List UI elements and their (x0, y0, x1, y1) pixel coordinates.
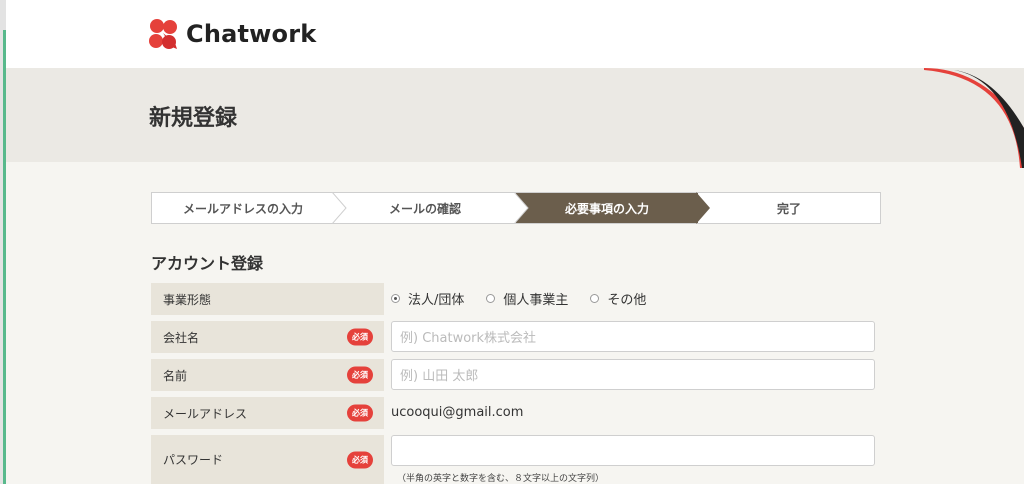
required-badge: 必須 (347, 451, 373, 468)
brand-name: Chatwork (186, 20, 317, 48)
business-type-radio-group: 法人/団体 個人事業主 その他 (391, 283, 668, 314)
radio-sole-proprietor[interactable]: 個人事業主 (486, 289, 568, 308)
name-input[interactable]: 例) 山田 太郎 (391, 359, 875, 390)
business-type-label: 事業形態 (163, 292, 212, 307)
radio-label: 個人事業主 (503, 293, 569, 308)
company-label: 会社名 (163, 330, 200, 345)
required-badge: 必須 (347, 366, 373, 384)
step-separator-icon (696, 192, 710, 224)
step-label: 必要事項の入力 (564, 201, 649, 216)
corner-decoration (924, 68, 1024, 168)
email-value: ucooqui@gmail.com (391, 405, 524, 420)
email-row: メールアドレス 必須 ucooqui@gmail.com (151, 397, 875, 429)
step-complete: 完了 (698, 193, 880, 223)
step-label: 完了 (776, 201, 801, 216)
password-label: パスワード (163, 453, 224, 467)
password-row: パスワード 必須 （半角の英字と数字を含む、８文字以上の文字列） (151, 435, 875, 484)
company-placeholder: 例) Chatwork株式会社 (400, 331, 537, 346)
name-placeholder: 例) 山田 太郎 (400, 369, 479, 384)
radio-unchecked-icon[interactable] (590, 294, 600, 303)
company-label-cell: 会社名 必須 (151, 321, 384, 353)
radio-label: 法人/団体 (408, 293, 465, 308)
radio-corporation[interactable]: 法人/団体 (391, 289, 464, 308)
step-separator-icon (514, 192, 529, 224)
step-label: メールアドレスの入力 (182, 201, 303, 216)
password-input[interactable] (391, 435, 875, 466)
step-email-input: メールアドレスの入力 (152, 192, 347, 224)
step-required-info: 必要事項の入力 (516, 192, 710, 224)
required-badge: 必須 (347, 404, 373, 422)
name-label-cell: 名前 必須 (151, 359, 384, 391)
company-input[interactable]: 例) Chatwork株式会社 (391, 321, 875, 352)
company-row: 会社名 必須 例) Chatwork株式会社 (151, 321, 875, 353)
business-type-label-cell: 事業形態 (151, 283, 384, 315)
radio-unchecked-icon[interactable] (486, 294, 496, 303)
section-title: アカウント登録 (151, 254, 264, 273)
registration-steps: メールアドレスの入力 メールの確認 必要事項の入力 完了 (151, 192, 881, 224)
radio-checked-icon[interactable] (391, 294, 400, 303)
step-label: メールの確認 (388, 201, 461, 216)
email-label-cell: メールアドレス 必須 (151, 397, 384, 429)
page-title: 新規登録 (149, 106, 238, 131)
step-separator-icon (332, 192, 347, 224)
required-badge: 必須 (347, 328, 373, 346)
chatwork-logo-icon (146, 16, 182, 52)
radio-other[interactable]: その他 (590, 289, 646, 308)
step-email-confirm: メールの確認 (334, 192, 529, 224)
radio-label: その他 (607, 293, 647, 308)
chatwork-logo[interactable]: Chatwork (146, 16, 316, 52)
email-label: メールアドレス (163, 406, 248, 421)
business-type-row: 事業形態 法人/団体 個人事業主 その他 (151, 283, 875, 315)
name-row: 名前 必須 例) 山田 太郎 (151, 359, 875, 391)
password-hint: （半角の英字と数字を含む、８文字以上の文字列） (397, 474, 605, 484)
name-label: 名前 (163, 368, 188, 383)
password-label-cell: パスワード 必須 (151, 435, 384, 484)
